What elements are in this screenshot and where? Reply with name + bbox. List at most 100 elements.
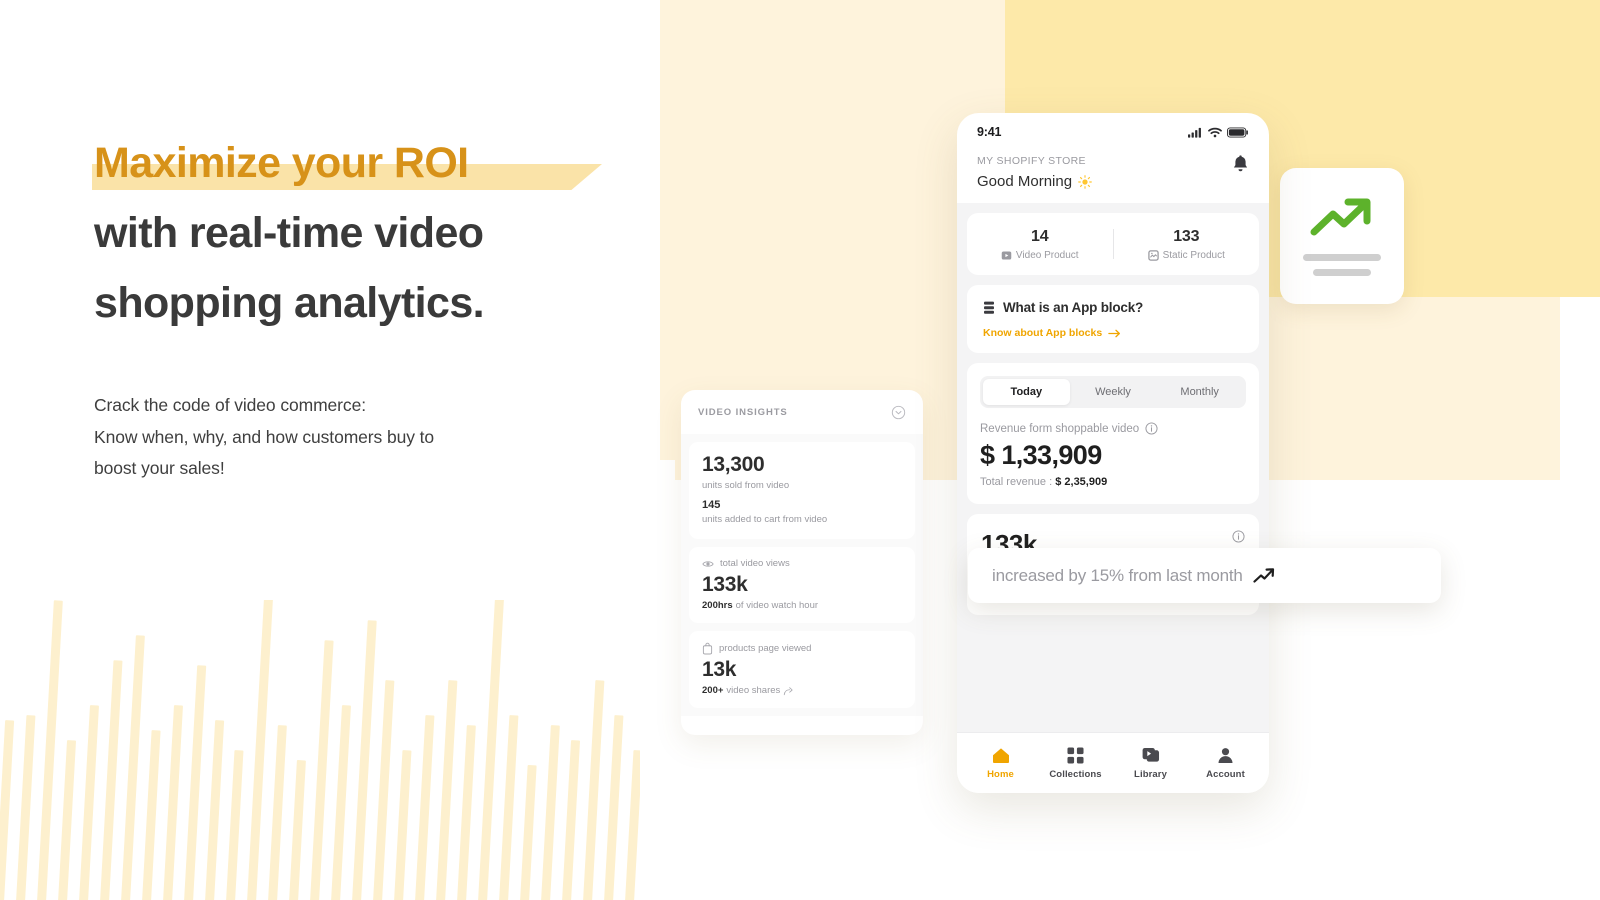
decorative-stripe xyxy=(372,680,395,900)
phone-greeting-block: MY SHOPIFY STORE Good Morning xyxy=(977,155,1092,190)
decorative-stripe xyxy=(540,725,560,900)
app-block-title: What is an App block? xyxy=(1003,300,1144,315)
decorative-stripe xyxy=(288,759,306,900)
tab-library-label: Library xyxy=(1134,768,1167,780)
products-viewed-value: 13k xyxy=(702,657,737,681)
decorative-stripe xyxy=(78,705,99,900)
decorative-stripe xyxy=(36,600,63,900)
insight-card-video-views[interactable]: total video views 133k 200hrs of video w… xyxy=(689,546,915,623)
tab-account[interactable]: Account xyxy=(1195,747,1257,780)
period-tabs: Today Weekly Monthly xyxy=(980,376,1246,408)
decorative-stripe xyxy=(393,750,412,900)
video-insights-title: VIDEO INSIGHTS xyxy=(698,406,788,418)
decorative-stripe xyxy=(498,715,519,900)
decorative-stripe xyxy=(477,600,505,900)
phone-tab-bar: Home Collections Library Account xyxy=(957,732,1269,793)
decorative-stripe xyxy=(330,705,351,900)
tab-home-label: Home xyxy=(987,768,1014,780)
decorative-stripe xyxy=(582,680,605,900)
stat-video-product[interactable]: 14 Video Product xyxy=(967,228,1113,261)
decorative-stripe xyxy=(162,705,183,900)
tab-monthly[interactable]: Monthly xyxy=(1156,379,1243,405)
bell-icon[interactable] xyxy=(1232,155,1249,174)
watch-hour-row: 200hrs of video watch hour xyxy=(702,600,902,611)
decorative-stripe xyxy=(267,725,287,900)
video-product-label: Video Product xyxy=(1015,249,1079,261)
decorative-stripe xyxy=(456,725,476,900)
revenue-card: Today Weekly Monthly Revenue form shoppa… xyxy=(967,363,1259,504)
decorative-stripe xyxy=(141,730,161,900)
phone-mockup: 9:41 MY SHOPIFY STORE Good Morning 14 Vi… xyxy=(957,113,1269,793)
phone-status-bar: 9:41 xyxy=(957,113,1269,147)
app-block-card: What is an App block? Know about App blo… xyxy=(967,285,1259,353)
units-sold-label: units sold from video xyxy=(702,480,790,492)
subcopy-line-1: Crack the code of video commerce: xyxy=(94,395,366,415)
tab-home[interactable]: Home xyxy=(970,747,1032,780)
total-revenue-value: $ 2,35,909 xyxy=(1055,476,1108,488)
hero-subcopy: Crack the code of video commerce: Know w… xyxy=(94,390,634,485)
static-product-label: Static Product xyxy=(1162,249,1225,261)
tab-weekly[interactable]: Weekly xyxy=(1070,379,1157,405)
headline-line-3: shopping analytics. xyxy=(94,279,485,327)
watch-hour-value: 200hrs xyxy=(702,599,733,611)
status-icons xyxy=(1188,126,1249,138)
poster-canvas: Maximize your ROI with real-time video s… xyxy=(0,0,1600,900)
product-stats-card: 14 Video Product 133 Static Product xyxy=(967,213,1259,275)
video-views-row: total video views xyxy=(702,558,902,570)
video-product-count: 14 xyxy=(1031,227,1049,245)
chevron-down-circle-icon[interactable] xyxy=(891,405,906,420)
placeholder-line-1 xyxy=(1303,254,1381,261)
info-circle-icon[interactable] xyxy=(1145,422,1158,435)
trending-up-arrow-icon xyxy=(1253,567,1275,584)
static-product-label-row: Static Product xyxy=(1114,250,1260,261)
person-icon xyxy=(1217,747,1234,764)
greeting-row: Good Morning xyxy=(977,173,1092,190)
page-title: Maximize your ROI with real-time video s… xyxy=(92,128,634,338)
decorative-stripe xyxy=(435,680,458,900)
app-block-link-label: Know about App blocks xyxy=(983,327,1103,339)
static-product-count: 133 xyxy=(1173,227,1200,245)
hero-copy: Maximize your ROI with real-time video s… xyxy=(92,128,634,485)
stat-static-product[interactable]: 133 Static Product xyxy=(1114,228,1260,261)
trending-up-icon xyxy=(1310,196,1374,240)
revenue-amount: $ 1,33,909 xyxy=(980,440,1102,470)
tab-today[interactable]: Today xyxy=(983,379,1070,405)
phone-app-header: MY SHOPIFY STORE Good Morning xyxy=(957,147,1269,203)
trend-placeholder-lines xyxy=(1303,254,1381,276)
watch-hour-label: of video watch hour xyxy=(735,599,819,611)
app-block-title-row: What is an App block? xyxy=(983,300,1243,315)
subcopy-line-2: Know when, why, and how customers buy to xyxy=(94,426,435,447)
know-about-app-blocks-link[interactable]: Know about App blocks xyxy=(983,327,1243,339)
phone-content-scroll[interactable]: 14 Video Product 133 Static Product What… xyxy=(957,203,1269,732)
cellular-signal-icon xyxy=(1188,127,1203,138)
units-cart-value: 145 xyxy=(702,499,721,512)
decorative-stripe xyxy=(246,600,274,900)
grid-icon xyxy=(1067,746,1084,764)
placeholder-line-2 xyxy=(1313,269,1371,276)
insight-card-products-viewed[interactable]: products page viewed 13k 200+ video shar… xyxy=(689,630,915,709)
revenue-label-row: Revenue form shoppable video xyxy=(980,422,1246,435)
decorative-stripe xyxy=(603,715,624,900)
decorative-stripe xyxy=(519,764,537,900)
tab-library[interactable]: Library xyxy=(1120,747,1182,780)
video-library-icon xyxy=(1142,747,1160,764)
arrow-right-icon xyxy=(1108,329,1121,338)
headline-accent-text: Maximize your ROI xyxy=(94,139,469,187)
revenue-label: Revenue form shoppable video xyxy=(980,422,1140,435)
info-circle-icon[interactable] xyxy=(1232,530,1245,543)
share-icon xyxy=(783,686,793,696)
tab-collections[interactable]: Collections xyxy=(1045,746,1107,780)
decorative-stripe xyxy=(309,640,334,900)
video-views-label: total video views xyxy=(720,558,790,570)
video-shares-label: video shares xyxy=(726,685,781,697)
decorative-stripe xyxy=(561,740,581,900)
headline-line-2: with real-time video xyxy=(94,209,484,257)
video-product-label-row: Video Product xyxy=(967,250,1113,261)
eye-icon xyxy=(702,558,714,570)
decorative-stripe xyxy=(414,715,435,900)
insight-card-units-sold[interactable]: 13,300 units sold from video 145 units a… xyxy=(689,442,915,539)
decorative-stripe xyxy=(0,720,15,900)
decorative-stripe xyxy=(99,660,123,900)
video-insights-card: VIDEO INSIGHTS 13,300 units sold from vi… xyxy=(681,390,923,735)
wifi-icon xyxy=(1208,127,1222,138)
